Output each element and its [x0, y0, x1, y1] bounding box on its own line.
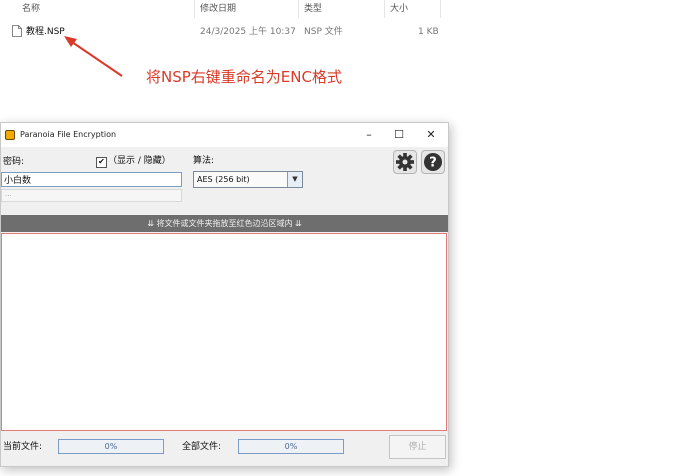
show-hide-label[interactable]: （显示 / 隐藏）	[108, 155, 171, 167]
algorithm-value: AES (256 bit)	[197, 175, 250, 184]
algorithm-select[interactable]: AES (256 bit) ▼	[193, 171, 303, 188]
gear-icon	[396, 153, 414, 171]
show-password-checkbox[interactable]: ✔	[96, 157, 107, 168]
password-input[interactable]	[1, 172, 182, 187]
drop-banner: ⇊ 将文件或文件夹拖放至红色边沿区域内 ⇊	[1, 215, 448, 232]
current-file-progress: 0%	[58, 439, 164, 454]
help-icon: ?	[424, 153, 442, 171]
svg-text:?: ?	[429, 156, 437, 171]
settings-button[interactable]	[393, 150, 417, 174]
help-button[interactable]: ?	[421, 150, 445, 174]
current-file-label: 当前文件:	[3, 442, 43, 452]
annotation-text: 将NSP右键重命名为ENC格式	[146, 68, 342, 86]
all-files-progress: 0%	[238, 439, 344, 454]
password-label: 密码:	[3, 157, 25, 167]
app-lock-icon	[5, 130, 15, 140]
algorithm-label: 算法:	[193, 156, 215, 166]
window-title: Paranoia File Encryption	[20, 130, 117, 139]
stop-button[interactable]: 停止	[389, 435, 446, 459]
paranoia-window: Paranoia File Encryption – ☐ ✕ 密码: ✔ （显示…	[0, 122, 449, 467]
minimize-button[interactable]: –	[354, 125, 384, 145]
title-bar[interactable]: Paranoia File Encryption – ☐ ✕	[1, 123, 448, 147]
maximize-button[interactable]: ☐	[384, 125, 414, 145]
chevron-down-icon[interactable]: ▼	[287, 172, 302, 187]
drop-zone[interactable]	[1, 233, 447, 431]
all-files-label: 全部文件:	[182, 442, 222, 452]
close-button[interactable]: ✕	[416, 125, 446, 145]
password-strength-meter: ...	[1, 189, 182, 202]
